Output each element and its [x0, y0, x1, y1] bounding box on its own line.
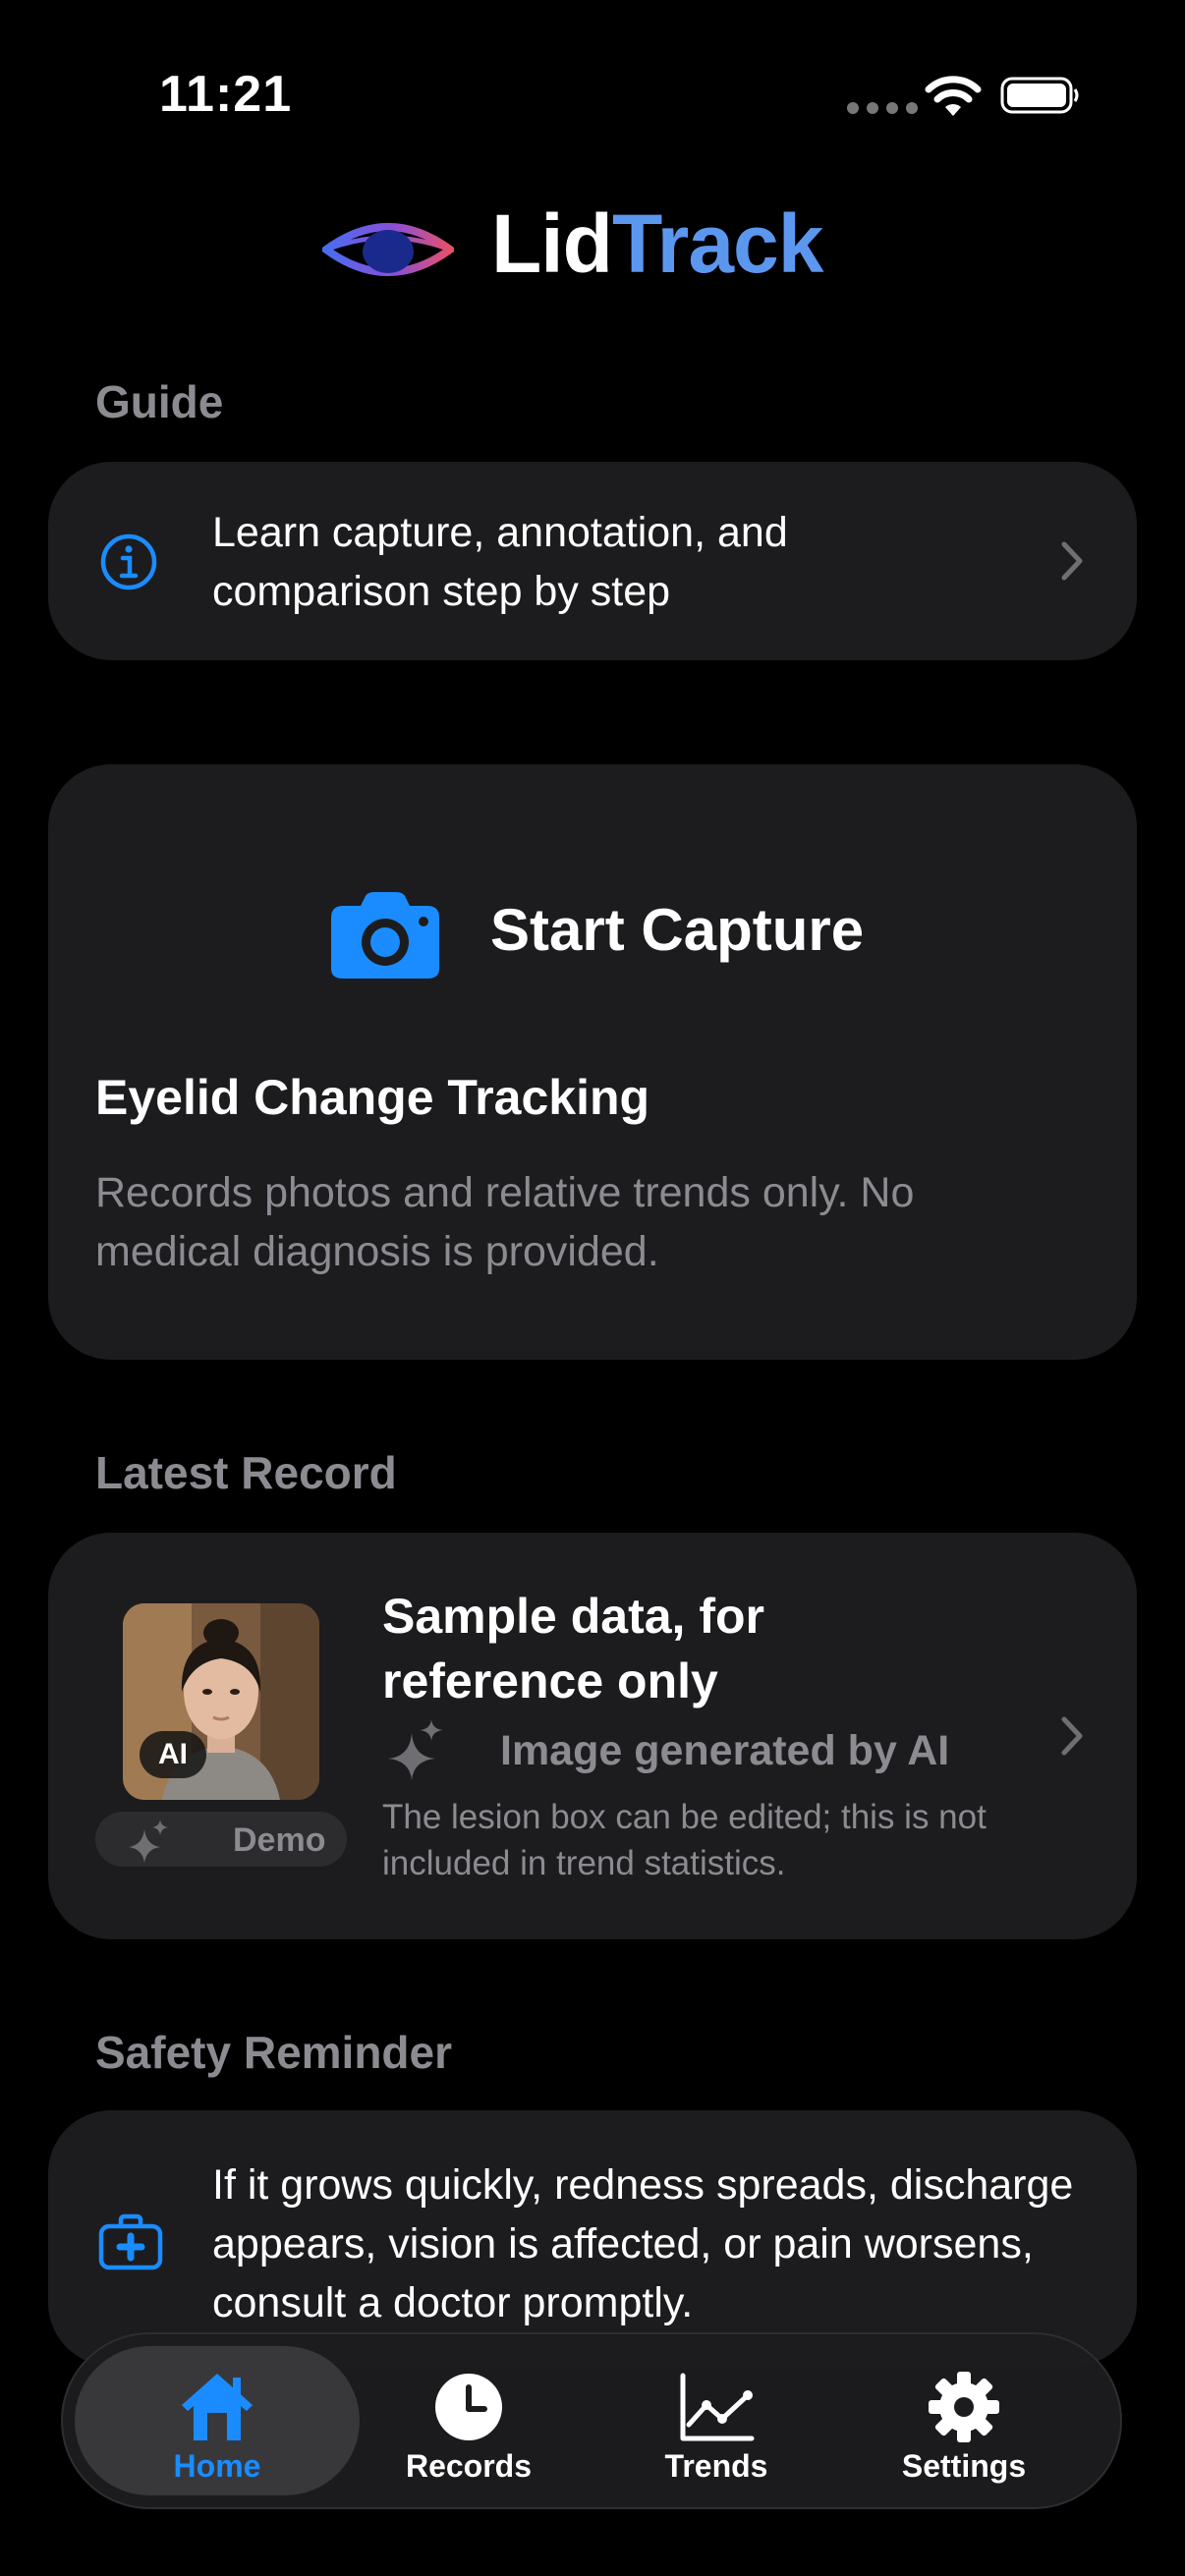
- status-time: 11:21: [159, 66, 293, 123]
- tab-label-home: Home: [173, 2448, 261, 2484]
- capture-description: Records photos and relative trends only.…: [95, 1169, 915, 1275]
- sparkle-icon: [388, 1719, 443, 1780]
- sparkle-icon: [129, 1820, 168, 1863]
- capture-card[interactable]: Start Capture Eyelid Change Tracking Rec…: [48, 764, 1137, 1360]
- guide-card[interactable]: Learn capture, annotation, and compariso…: [48, 462, 1137, 660]
- tab-label-records: Records: [405, 2448, 533, 2484]
- latest-record-section-title: Latest Record: [95, 1447, 397, 1498]
- tab-label-trends: Trends: [664, 2448, 768, 2484]
- demo-pill: Demo: [95, 1812, 347, 1867]
- guide-text: Learn capture, annotation, and compariso…: [212, 509, 788, 615]
- chart-icon: [680, 2373, 755, 2441]
- start-capture-label: Start Capture: [490, 897, 865, 963]
- tab-records[interactable]: Records: [346, 2334, 592, 2507]
- tab-label-settings: Settings: [901, 2448, 1027, 2484]
- app-title-part2: Track: [611, 197, 824, 290]
- tab-settings[interactable]: Settings: [841, 2334, 1087, 2507]
- cellular-signal-icon: [847, 102, 918, 114]
- latest-record-card[interactable]: Demo Sample data, for reference only Ima…: [48, 1533, 1137, 1939]
- safety-reminder-card: If it grows quickly, redness spreads, di…: [48, 2110, 1137, 2366]
- eye-logo-icon: [322, 223, 454, 276]
- info-icon: [100, 533, 157, 590]
- battery-icon: [1000, 77, 1079, 114]
- wifi-icon: [925, 76, 982, 116]
- safety-text: If it grows quickly, redness spreads, di…: [212, 2161, 1074, 2326]
- guide-section-title: Guide: [95, 376, 224, 427]
- record-title: Sample data, for reference only: [382, 1589, 764, 1708]
- capture-heading: Eyelid Change Tracking: [95, 1070, 650, 1125]
- app-title: LidTrack: [491, 196, 824, 292]
- safety-section-title: Safety Reminder: [95, 2027, 453, 2078]
- chevron-right-icon: [1061, 1716, 1083, 1756]
- tab-home[interactable]: Home: [94, 2334, 340, 2507]
- ai-badge: AI: [140, 1731, 206, 1778]
- tab-bar: Home Records Trends Settings: [61, 2332, 1122, 2509]
- tab-trends[interactable]: Trends: [593, 2334, 839, 2507]
- gear-icon: [929, 2372, 999, 2442]
- house-icon: [182, 2374, 253, 2440]
- record-note: The lesion box can be edited; this is no…: [382, 1798, 987, 1882]
- medical-kit-icon: [98, 2213, 163, 2270]
- camera-icon: [331, 892, 439, 979]
- ai-generated-tag: Image generated by AI: [500, 1727, 950, 1774]
- chevron-right-icon: [1061, 541, 1083, 581]
- demo-label: Demo: [233, 1821, 326, 1859]
- clock-icon: [435, 2374, 502, 2440]
- app-title-part1: Lid: [491, 197, 613, 290]
